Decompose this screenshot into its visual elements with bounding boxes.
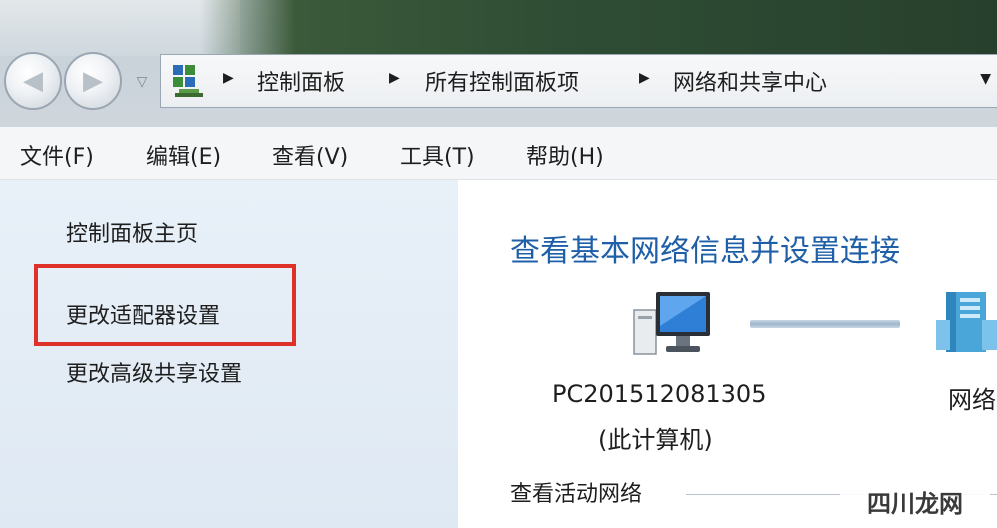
network-icon[interactable] bbox=[936, 290, 997, 360]
breadcrumb-all-items[interactable]: 所有控制面板项 bbox=[425, 65, 579, 97]
watermark-text: 四川龙网 bbox=[867, 489, 963, 518]
breadcrumb-network-center[interactable]: 网络和共享中心 bbox=[673, 65, 827, 97]
recent-pages-dropdown[interactable]: ▽ bbox=[132, 74, 152, 90]
network-center-icon bbox=[173, 65, 203, 97]
menu-file[interactable]: 文件(F) bbox=[20, 139, 94, 171]
back-arrow-icon: ◀ bbox=[23, 66, 43, 96]
highlight-annotation-box bbox=[34, 264, 296, 346]
menu-tools[interactable]: 工具(T) bbox=[400, 139, 475, 171]
page-title: 查看基本网络信息并设置连接 bbox=[510, 234, 900, 269]
watermark-logo: 四川龙网 bbox=[840, 482, 990, 520]
network-label: 网络 bbox=[948, 386, 996, 414]
menu-view[interactable]: 查看(V) bbox=[272, 139, 348, 171]
menu-edit[interactable]: 编辑(E) bbox=[146, 139, 221, 171]
sidebar-item-control-panel-home[interactable]: 控制面板主页 bbox=[66, 216, 198, 248]
address-dropdown-icon[interactable]: ▼ bbox=[980, 71, 991, 87]
back-button[interactable]: ◀ bbox=[4, 52, 62, 110]
titlebar-glass-background bbox=[200, 0, 997, 56]
active-networks-heading: 查看活动网络 bbox=[510, 482, 643, 507]
computer-icon[interactable] bbox=[632, 290, 714, 358]
chevron-down-icon: ▽ bbox=[136, 74, 148, 90]
window-titlebar: ◀ ▶ ▽ ▶ 控制面板 ▶ 所有控制面板项 ▶ 网络和共享中心 ▼ bbox=[0, 0, 997, 126]
computer-name: PC201512081305 bbox=[552, 380, 767, 408]
sidebar-item-change-advanced-sharing[interactable]: 更改高级共享设置 bbox=[66, 356, 242, 388]
address-bar[interactable]: ▶ 控制面板 ▶ 所有控制面板项 ▶ 网络和共享中心 ▼ bbox=[160, 54, 997, 108]
menu-bar: 文件(F) 编辑(E) 查看(V) 工具(T) 帮助(H) bbox=[0, 126, 997, 180]
connection-line bbox=[750, 320, 900, 328]
breadcrumb-separator-icon[interactable]: ▶ bbox=[639, 70, 650, 86]
forward-arrow-icon: ▶ bbox=[83, 66, 103, 96]
forward-button[interactable]: ▶ bbox=[64, 52, 122, 110]
breadcrumb-separator-icon[interactable]: ▶ bbox=[389, 70, 400, 86]
computer-caption: (此计算机) bbox=[598, 426, 713, 454]
breadcrumb-control-panel[interactable]: 控制面板 bbox=[257, 65, 345, 97]
breadcrumb-separator-icon[interactable]: ▶ bbox=[223, 70, 234, 86]
menu-help[interactable]: 帮助(H) bbox=[526, 139, 604, 171]
